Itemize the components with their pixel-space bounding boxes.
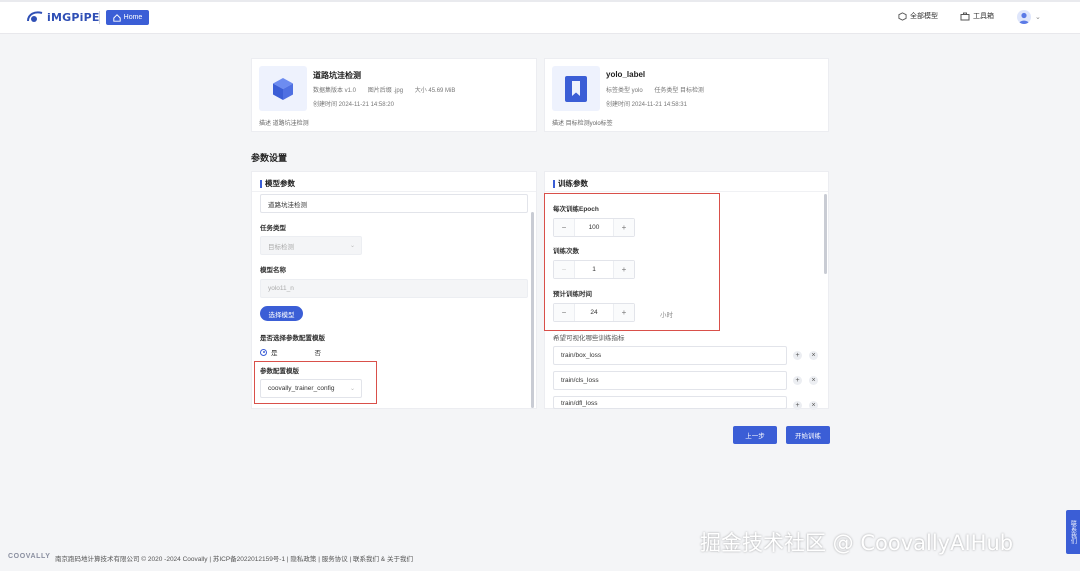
section-title: 参数设置 — [251, 153, 288, 163]
model-name-input[interactable]: yolo11_n — [260, 279, 528, 298]
label-card: yolo_label 标签类型 yolo 任务类型 目标检测 创建时间 2024… — [544, 58, 829, 132]
label-description: 描述 目标检测yolo标签 — [552, 121, 613, 127]
header-accent-bar — [553, 179, 555, 188]
watermark: 掘金技术社区 @ CoovallyAIHub — [700, 531, 1014, 555]
bookmark-icon — [565, 75, 587, 102]
train-panel-scrollbar[interactable] — [824, 194, 827, 274]
label-title: yolo_label — [606, 70, 646, 79]
app-logo[interactable]: iMGPiPE — [26, 9, 100, 25]
logo-icon — [27, 11, 43, 22]
radio-no-label: 否 — [314, 350, 322, 357]
plus-icon[interactable]: + — [793, 351, 802, 360]
metric-row[interactable]: train/cls_loss — [553, 371, 787, 390]
top-bar: iMGPiPE Home 全部模型 工具箱 ⌄ — [0, 0, 1080, 34]
cube-icon — [898, 11, 907, 21]
panel-divider — [252, 191, 536, 192]
radio-no[interactable] — [304, 349, 311, 356]
cube-icon — [273, 77, 293, 100]
dataset-title: 道路坑洼检测 — [313, 71, 361, 80]
dataset-image-format: 图片后缀 .jpg — [367, 88, 404, 94]
template-question-label: 是否选择参数配置模版 — [260, 335, 325, 342]
logo-text: iMGPiPE — [47, 10, 100, 24]
model-name-label: 模型名称 — [260, 267, 286, 274]
metrics-label: 希望可视化哪些训练指标 — [553, 335, 625, 342]
user-icon — [1019, 12, 1029, 24]
nav-all-models-label: 全部模型 — [910, 13, 938, 20]
radio-yes[interactable] — [260, 348, 267, 356]
dataset-size: 大小 45.69 MiB — [414, 88, 456, 94]
home-label: Home — [123, 14, 143, 21]
choose-model-button[interactable]: 选择模型 — [260, 306, 303, 321]
task-type-select[interactable]: 目标检测 ⌄ — [260, 236, 362, 255]
training-name-input[interactable]: 道路坑洼检测 — [260, 194, 528, 213]
train-params-title: 训练参数 — [558, 179, 588, 188]
user-avatar[interactable] — [1017, 10, 1031, 24]
task-type-label: 任务类型 — [260, 225, 286, 232]
dataset-card: 道路坑洼检测 数据集版本 v1.0 图片后缀 .jpg 大小 45.69 MiB… — [251, 58, 537, 132]
chevron-down-icon[interactable]: ⌄ — [1035, 13, 1041, 21]
dataset-created: 创建时间 2024-11-21 14:58:20 — [313, 102, 394, 108]
model-panel-scrollbar[interactable] — [531, 212, 534, 408]
header-divider — [99, 11, 100, 24]
label-meta: 标签类型 yolo 任务类型 目标检测 — [606, 85, 714, 94]
plus-icon[interactable]: + — [793, 376, 802, 385]
template-radio-group: 是 否 — [260, 347, 321, 357]
label-thumbnail — [552, 66, 600, 111]
task-type-value: 目标检测 — [268, 243, 294, 251]
header-accent-bar — [260, 179, 262, 188]
train-params-highlight-box — [544, 193, 720, 331]
plus-icon[interactable]: + — [793, 401, 802, 410]
label-task-type: 任务类型 目标检测 — [654, 88, 705, 94]
label-created: 创建时间 2024-11-21 14:58:31 — [606, 102, 687, 108]
contact-us-tab[interactable]: 联系我们 — [1066, 510, 1080, 554]
close-icon[interactable]: × — [809, 351, 818, 360]
close-icon[interactable]: × — [809, 401, 818, 410]
label-type: 标签类型 yolo — [606, 88, 643, 94]
prev-step-button[interactable]: 上一步 — [733, 426, 777, 444]
model-params-header: 模型参数 — [260, 178, 295, 189]
dataset-version: 数据集版本 v1.0 — [313, 88, 357, 94]
close-icon[interactable]: × — [809, 376, 818, 385]
dataset-thumbnail — [259, 66, 307, 111]
panel-divider — [545, 191, 828, 192]
template-highlight-box — [254, 361, 377, 404]
metric-row[interactable]: train/box_loss — [553, 346, 787, 365]
home-icon — [112, 13, 121, 22]
top-bar-edge — [0, 0, 1080, 2]
start-training-button[interactable]: 开始训练 — [786, 426, 830, 444]
metric-row[interactable]: train/dfl_loss — [553, 396, 787, 409]
dataset-description: 描述 道路坑洼检测 — [259, 121, 309, 127]
home-button[interactable]: Home — [106, 10, 149, 25]
toolbox-icon — [960, 12, 970, 20]
dataset-meta: 数据集版本 v1.0 图片后缀 .jpg 大小 45.69 MiB — [313, 85, 465, 94]
footer-brand: COOVALLY — [8, 553, 51, 560]
nav-toolbox-label: 工具箱 — [973, 13, 994, 20]
model-params-title: 模型参数 — [265, 179, 295, 188]
train-params-header: 训练参数 — [553, 178, 588, 189]
nav-all-models[interactable]: 全部模型 — [898, 11, 938, 21]
radio-yes-label: 是 — [271, 350, 278, 357]
nav-toolbox[interactable]: 工具箱 — [960, 11, 994, 21]
footer-text[interactable]: 南京跑码地计算技术有限公司 © 2020 -2024 Coovally | 苏I… — [55, 553, 413, 563]
chevron-down-icon: ⌄ — [349, 243, 355, 249]
